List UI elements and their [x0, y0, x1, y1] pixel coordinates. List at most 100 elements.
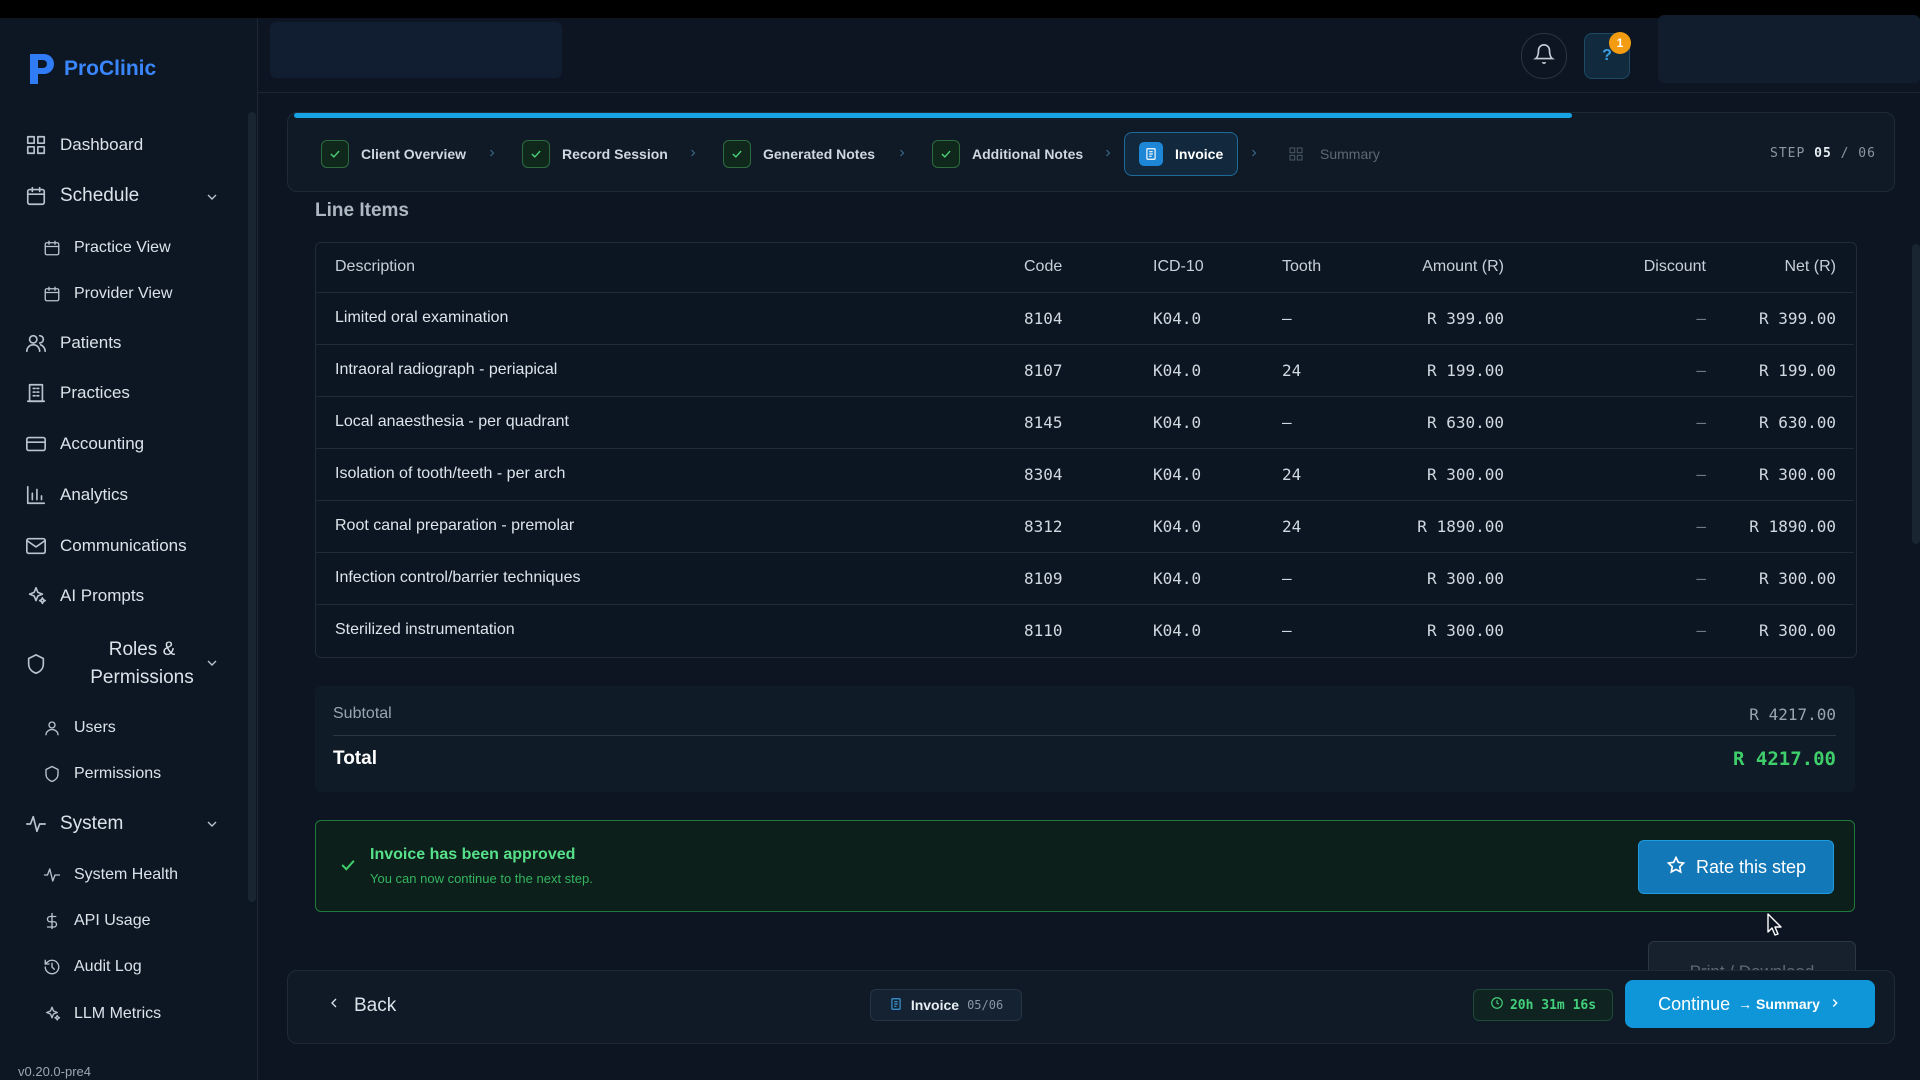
activity-icon	[24, 812, 48, 836]
sidebar-item-audit-log[interactable]: Audit Log	[40, 955, 142, 979]
cell-tooth: 24	[1282, 517, 1302, 536]
step-record-session[interactable]: Record Session	[522, 135, 668, 173]
sidebar-item-label: LLM Metrics	[74, 1005, 162, 1022]
cell-amount: R 300.00	[1426, 569, 1504, 588]
step-generated-notes[interactable]: Generated Notes	[723, 135, 875, 173]
step-counter-label: STEP	[1770, 146, 1806, 161]
logo-mark-icon	[30, 54, 54, 84]
sidebar-item-accounting[interactable]: Accounting	[24, 432, 144, 456]
cell-discount: –	[1696, 621, 1706, 640]
cell-amount: R 300.00	[1426, 465, 1504, 484]
content-scrollbar[interactable]	[1912, 244, 1920, 544]
document-icon	[889, 997, 903, 1014]
cell-icd10: K04.0	[1153, 465, 1202, 484]
sidebar-item-users[interactable]: Users	[40, 716, 116, 740]
total-value: R 4217.00	[1733, 748, 1836, 770]
cell-description: Sterilized instrumentation	[335, 621, 515, 638]
cell-amount: R 399.00	[1426, 309, 1504, 328]
rate-step-label: Rate this step	[1695, 856, 1807, 877]
cell-code: 8109	[1024, 569, 1063, 588]
header-search-area[interactable]	[270, 22, 562, 78]
totals-panel	[315, 686, 1855, 792]
approval-banner	[315, 820, 1855, 912]
cell-code: 8104	[1024, 309, 1063, 328]
step-counter-total: 06	[1858, 146, 1876, 161]
calendar-icon	[40, 282, 64, 306]
step-client-overview[interactable]: Client Overview	[321, 135, 466, 173]
column-header-icd10: ICD-10	[1153, 258, 1204, 275]
chevron-down-icon[interactable]	[204, 655, 224, 675]
sidebar-item-system[interactable]: System	[24, 812, 123, 836]
timer-value: 20h 31m 16s	[1509, 997, 1597, 1013]
cell-tooth: 24	[1282, 465, 1302, 484]
sidebar-item-permissions[interactable]: Permissions	[40, 762, 161, 786]
cell-amount: R 630.00	[1426, 413, 1504, 432]
step-label: Invoice	[1175, 146, 1224, 162]
back-button[interactable]: Back	[326, 990, 396, 1022]
rate-step-button[interactable]: Rate this step	[1638, 840, 1834, 894]
cell-description: Isolation of tooth/teeth - per arch	[335, 465, 566, 482]
total-label: Total	[333, 748, 377, 769]
sidebar-scrollbar[interactable]	[248, 112, 256, 902]
chevron-down-icon[interactable]	[204, 816, 224, 836]
sidebar-item-practices[interactable]: Practices	[24, 381, 130, 405]
document-icon	[1139, 142, 1163, 166]
chevron-right-icon	[1828, 994, 1842, 1015]
chevron-left-icon	[326, 995, 342, 1017]
subtotal-label: Subtotal	[333, 705, 392, 722]
calendar-icon	[24, 184, 48, 208]
step-additional-notes[interactable]: Additional Notes	[932, 135, 1083, 173]
check-icon	[932, 140, 960, 168]
cell-net: R 300.00	[1758, 569, 1836, 588]
chevron-right-icon	[1102, 146, 1114, 160]
cell-icd10: K04.0	[1153, 621, 1202, 640]
sidebar-item-label: Permissions	[74, 765, 162, 782]
cell-tooth: 24	[1282, 361, 1302, 380]
sidebar-item-practice-view[interactable]: Practice View	[40, 236, 171, 260]
cell-code: 8304	[1024, 465, 1063, 484]
print-download-button[interactable]: Print / Download	[1648, 941, 1856, 972]
user-profile-menu[interactable]	[1658, 15, 1920, 83]
chevron-right-icon	[486, 146, 498, 160]
table-row[interactable]	[316, 292, 1854, 345]
grid-icon	[24, 133, 48, 157]
line-items-title: Line Items	[315, 200, 409, 221]
sidebar-item-patients[interactable]: Patients	[24, 331, 121, 355]
current-step-position: 05/06	[967, 998, 1004, 1012]
sidebar-item-analytics[interactable]: Analytics	[24, 483, 128, 507]
session-timer: 20h 31m 16s	[1473, 989, 1613, 1021]
sidebar-item-ai-prompts[interactable]: AI Prompts	[24, 584, 144, 608]
sidebar-item-schedule[interactable]: Schedule	[24, 184, 139, 208]
sidebar-item-api-usage[interactable]: API Usage	[40, 909, 150, 933]
cell-description: Intraoral radiograph - periapical	[335, 361, 558, 378]
sidebar-item-communications[interactable]: Communications	[24, 534, 187, 558]
stepper-progress-bar	[294, 113, 1572, 118]
logo[interactable]: ProClinic	[24, 50, 156, 88]
bar-chart-icon	[24, 483, 48, 507]
column-header-discount: Discount	[1643, 258, 1706, 275]
table-row[interactable]	[316, 604, 1854, 657]
step-invoice[interactable]: Invoice	[1124, 132, 1239, 176]
header-divider	[257, 92, 1920, 93]
step-summary[interactable]: Summary	[1284, 135, 1380, 173]
continue-button[interactable]: Continue → Summary	[1625, 980, 1875, 1028]
notifications-button[interactable]	[1521, 33, 1567, 79]
sidebar-item-roles-permissions[interactable]: Roles & Permissions	[24, 636, 212, 692]
mouse-cursor-icon	[1767, 913, 1782, 936]
check-icon	[522, 140, 550, 168]
sidebar-item-label: Analytics	[60, 485, 129, 504]
sidebar-item-dashboard[interactable]: Dashboard	[24, 133, 143, 157]
chevron-down-icon[interactable]	[204, 189, 224, 209]
sidebar-item-llm-metrics[interactable]: LLM Metrics	[40, 1002, 161, 1026]
cell-amount: R 199.00	[1426, 361, 1504, 380]
sidebar-item-system-health[interactable]: System Health	[40, 863, 178, 887]
sidebar-item-provider-view[interactable]: Provider View	[40, 282, 172, 306]
mail-icon	[24, 534, 48, 558]
cell-icd10: K04.0	[1153, 309, 1202, 328]
cell-tooth: —	[1282, 413, 1292, 432]
column-header-amount: Amount (R)	[1422, 258, 1504, 275]
users-icon	[24, 331, 48, 355]
cell-tooth: —	[1282, 569, 1292, 588]
totals-divider	[333, 735, 1836, 736]
cell-net: R 630.00	[1758, 413, 1836, 432]
